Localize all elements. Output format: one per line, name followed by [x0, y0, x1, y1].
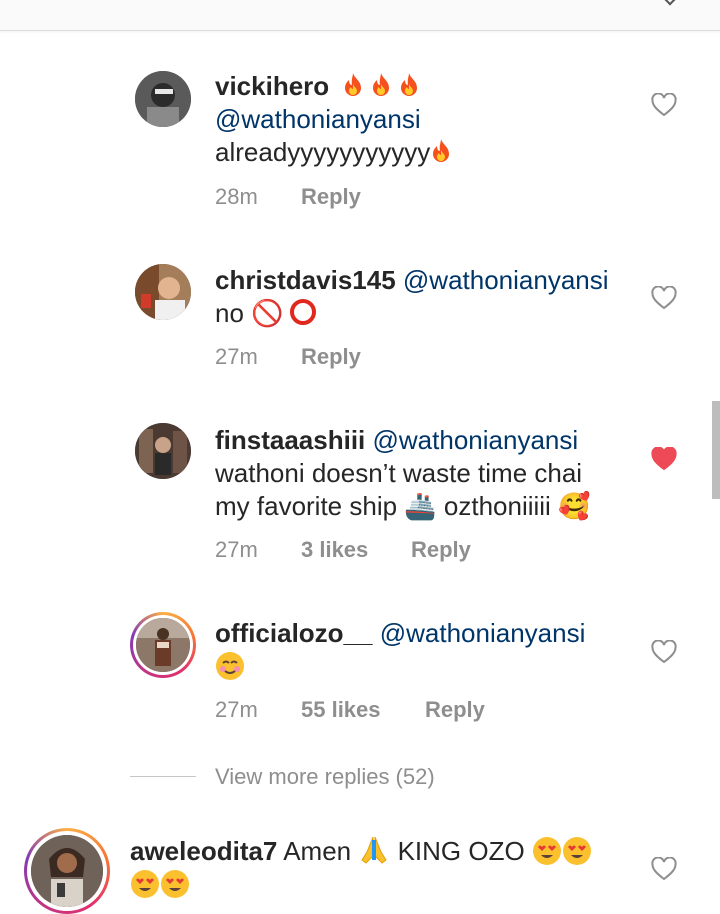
heart-filled-icon[interactable]	[651, 447, 677, 471]
comment-text-line1: wathoni doesn’t waste time chai	[215, 458, 583, 488]
comment-time: 28m	[215, 184, 258, 209]
likes-count[interactable]: 55 likes	[301, 697, 381, 723]
reply-button[interactable]: Reply	[425, 697, 485, 723]
comment-body: officialozo__ @wathonianyansi	[215, 617, 645, 683]
comment-text: alreadyyyyyyyyyyy	[215, 137, 431, 167]
comment-mention[interactable]: @wathonianyansi	[373, 425, 579, 455]
avatar[interactable]	[135, 264, 191, 320]
heart-icon[interactable]	[651, 286, 677, 310]
fire-emoji-icon	[336, 71, 420, 101]
comment-mention[interactable]: @wathonianyansi	[403, 265, 609, 295]
chevron-down-icon[interactable]	[661, 0, 679, 6]
scrollbar-thumb[interactable]	[712, 401, 720, 499]
fire-emoji-icon	[430, 137, 452, 167]
heart-icon[interactable]	[651, 640, 677, 664]
comment-time: 27m	[215, 697, 258, 722]
reply-button[interactable]: Reply	[301, 184, 361, 210]
heart-eyes-emoji-icon	[532, 836, 562, 866]
comment-username[interactable]: officialozo__	[215, 618, 372, 648]
heart-icon[interactable]	[651, 93, 677, 117]
avatar[interactable]	[136, 618, 190, 672]
comment-body: finstaaashiii @wathonianyansi wathoni do…	[215, 424, 645, 523]
comment-time: 27m	[215, 344, 258, 369]
avatar[interactable]	[31, 835, 103, 907]
heart-eyes-emoji-icon	[562, 836, 592, 866]
folded-hands-emoji-icon	[358, 836, 390, 866]
heart-eyes-emoji-icon	[160, 869, 190, 899]
top-bar	[0, 0, 720, 31]
avatar[interactable]	[135, 423, 191, 479]
story-ring[interactable]	[130, 612, 196, 678]
comment-username[interactable]: aweleodita7	[130, 836, 277, 866]
likes-count[interactable]: 3 likes	[301, 537, 368, 563]
comment-time: 27m	[215, 537, 258, 562]
comment-body: aweleodita7 Amen KING OZO	[130, 834, 650, 901]
view-more-replies-button[interactable]: View more replies (52)	[215, 764, 435, 790]
smiling-face-emoji-icon	[215, 651, 245, 681]
red-circle-icon	[289, 299, 316, 325]
story-ring[interactable]	[24, 828, 110, 914]
comment-username[interactable]: vickihero	[215, 71, 329, 101]
comment-mention[interactable]: @wathonianyansi	[215, 104, 421, 134]
comment-username[interactable]: christdavis145	[215, 265, 396, 295]
reply-button[interactable]: Reply	[301, 344, 361, 370]
comment-text: no 🚫	[215, 298, 284, 328]
heart-eyes-emoji-icon	[130, 869, 160, 899]
comment-body: vickihero @wathonianyansi alreadyyyyyyyy…	[215, 70, 635, 169]
comment-mention[interactable]: @wathonianyansi	[380, 618, 586, 648]
comment-body: christdavis145 @wathonianyansi no 🚫	[215, 264, 645, 330]
view-more-divider	[130, 776, 196, 777]
comment-username[interactable]: finstaaashiii	[215, 425, 365, 455]
avatar[interactable]	[135, 71, 191, 127]
reply-button[interactable]: Reply	[411, 537, 471, 563]
comment-text-2: KING OZO	[397, 836, 525, 866]
heart-icon[interactable]	[651, 857, 677, 881]
comment-text: Amen	[283, 836, 352, 866]
comment-text-line2: my favorite ship 🚢 ozthoniiiii 🥰	[215, 491, 591, 521]
